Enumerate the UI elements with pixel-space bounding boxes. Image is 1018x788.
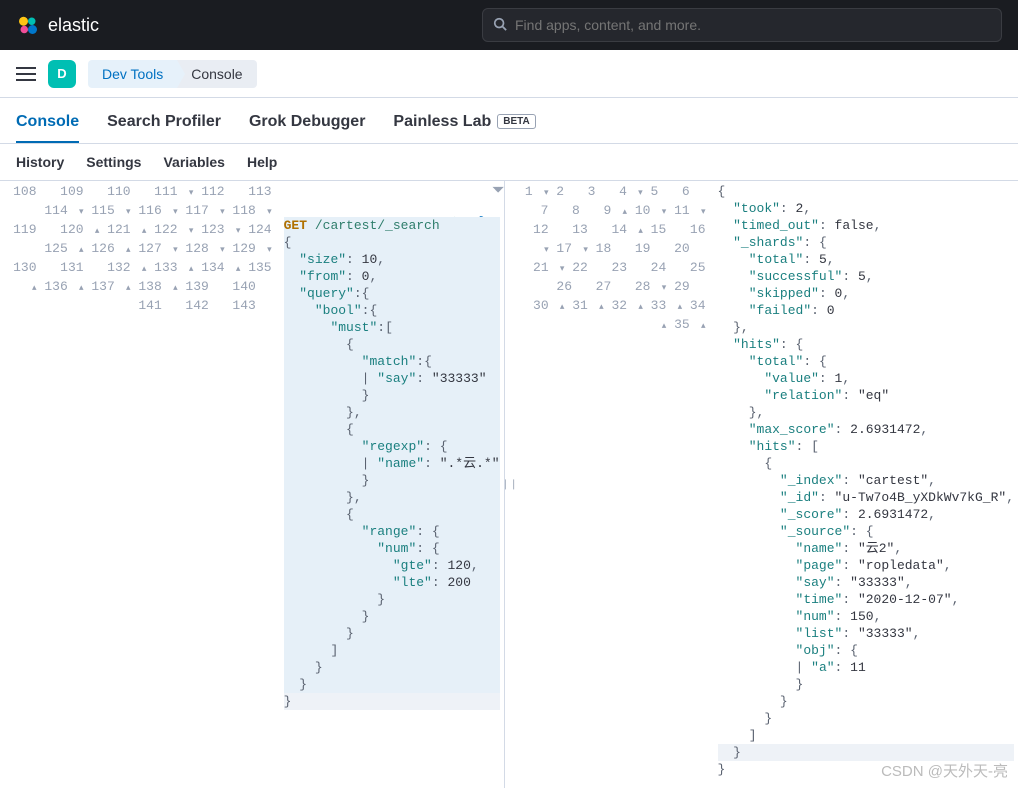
app-badge[interactable]: D [48,60,76,88]
toolbar-history[interactable]: History [16,154,64,170]
pane-resizer[interactable]: ❘❘ [505,181,515,788]
beta-badge: BETA [497,114,535,129]
tab-console[interactable]: Console [16,103,79,143]
search-icon [493,17,507,34]
request-pane[interactable]: 108 109 110 111 ▾ 112 113 114 ▾ 115 ▾ 11… [0,181,505,788]
tab-grok-debugger[interactable]: Grok Debugger [249,103,365,143]
tab-painless-lab[interactable]: Painless LabBETA [393,103,535,143]
global-search [482,8,1002,42]
request-line-numbers: 108 109 110 111 ▾ 112 113 114 ▾ 115 ▾ 11… [0,181,280,788]
breadcrumb-devtools[interactable]: Dev Tools [88,60,177,88]
elastic-logo[interactable]: elastic [16,13,99,37]
request-editor[interactable]: 108 109 110 111 ▾ 112 113 114 ▾ 115 ▾ 11… [0,181,504,788]
request-code[interactable]: GET /cartest/_search{ "size": 10, "from"… [280,181,504,788]
search-input[interactable] [515,17,991,33]
brand-text: elastic [48,15,99,36]
toolbar-help[interactable]: Help [247,154,277,170]
tab-search-profiler[interactable]: Search Profiler [107,103,221,143]
response-pane[interactable]: 1 ▾ 2 3 4 ▾ 5 6 7 8 9 ▴ 10 ▾ 11 ▾ 12 13 … [515,181,1018,788]
toolbar-settings[interactable]: Settings [86,154,141,170]
breadcrumb: Dev Tools Console [88,60,257,88]
breadcrumb-console[interactable]: Console [177,60,256,88]
sub-header: D Dev Tools Console [0,50,1018,98]
response-editor[interactable]: 1 ▾ 2 3 4 ▾ 5 6 7 8 9 ▴ 10 ▾ 11 ▾ 12 13 … [515,181,1018,788]
toolbar-variables[interactable]: Variables [163,154,225,170]
response-line-numbers: 1 ▾ 2 3 4 ▾ 5 6 7 8 9 ▴ 10 ▾ 11 ▾ 12 13 … [515,181,714,788]
response-code: { "took": 2, "timed_out": false, "_shard… [714,181,1018,788]
search-box[interactable] [482,8,1002,42]
devtools-tabs: Console Search Profiler Grok Debugger Pa… [0,98,1018,144]
elastic-logo-icon [16,13,40,37]
app-header: elastic [0,0,1018,50]
console-toolbar: History Settings Variables Help [0,144,1018,180]
menu-toggle-icon[interactable] [16,67,36,81]
editor-workspace: 108 109 110 111 ▾ 112 113 114 ▾ 115 ▾ 11… [0,180,1018,788]
